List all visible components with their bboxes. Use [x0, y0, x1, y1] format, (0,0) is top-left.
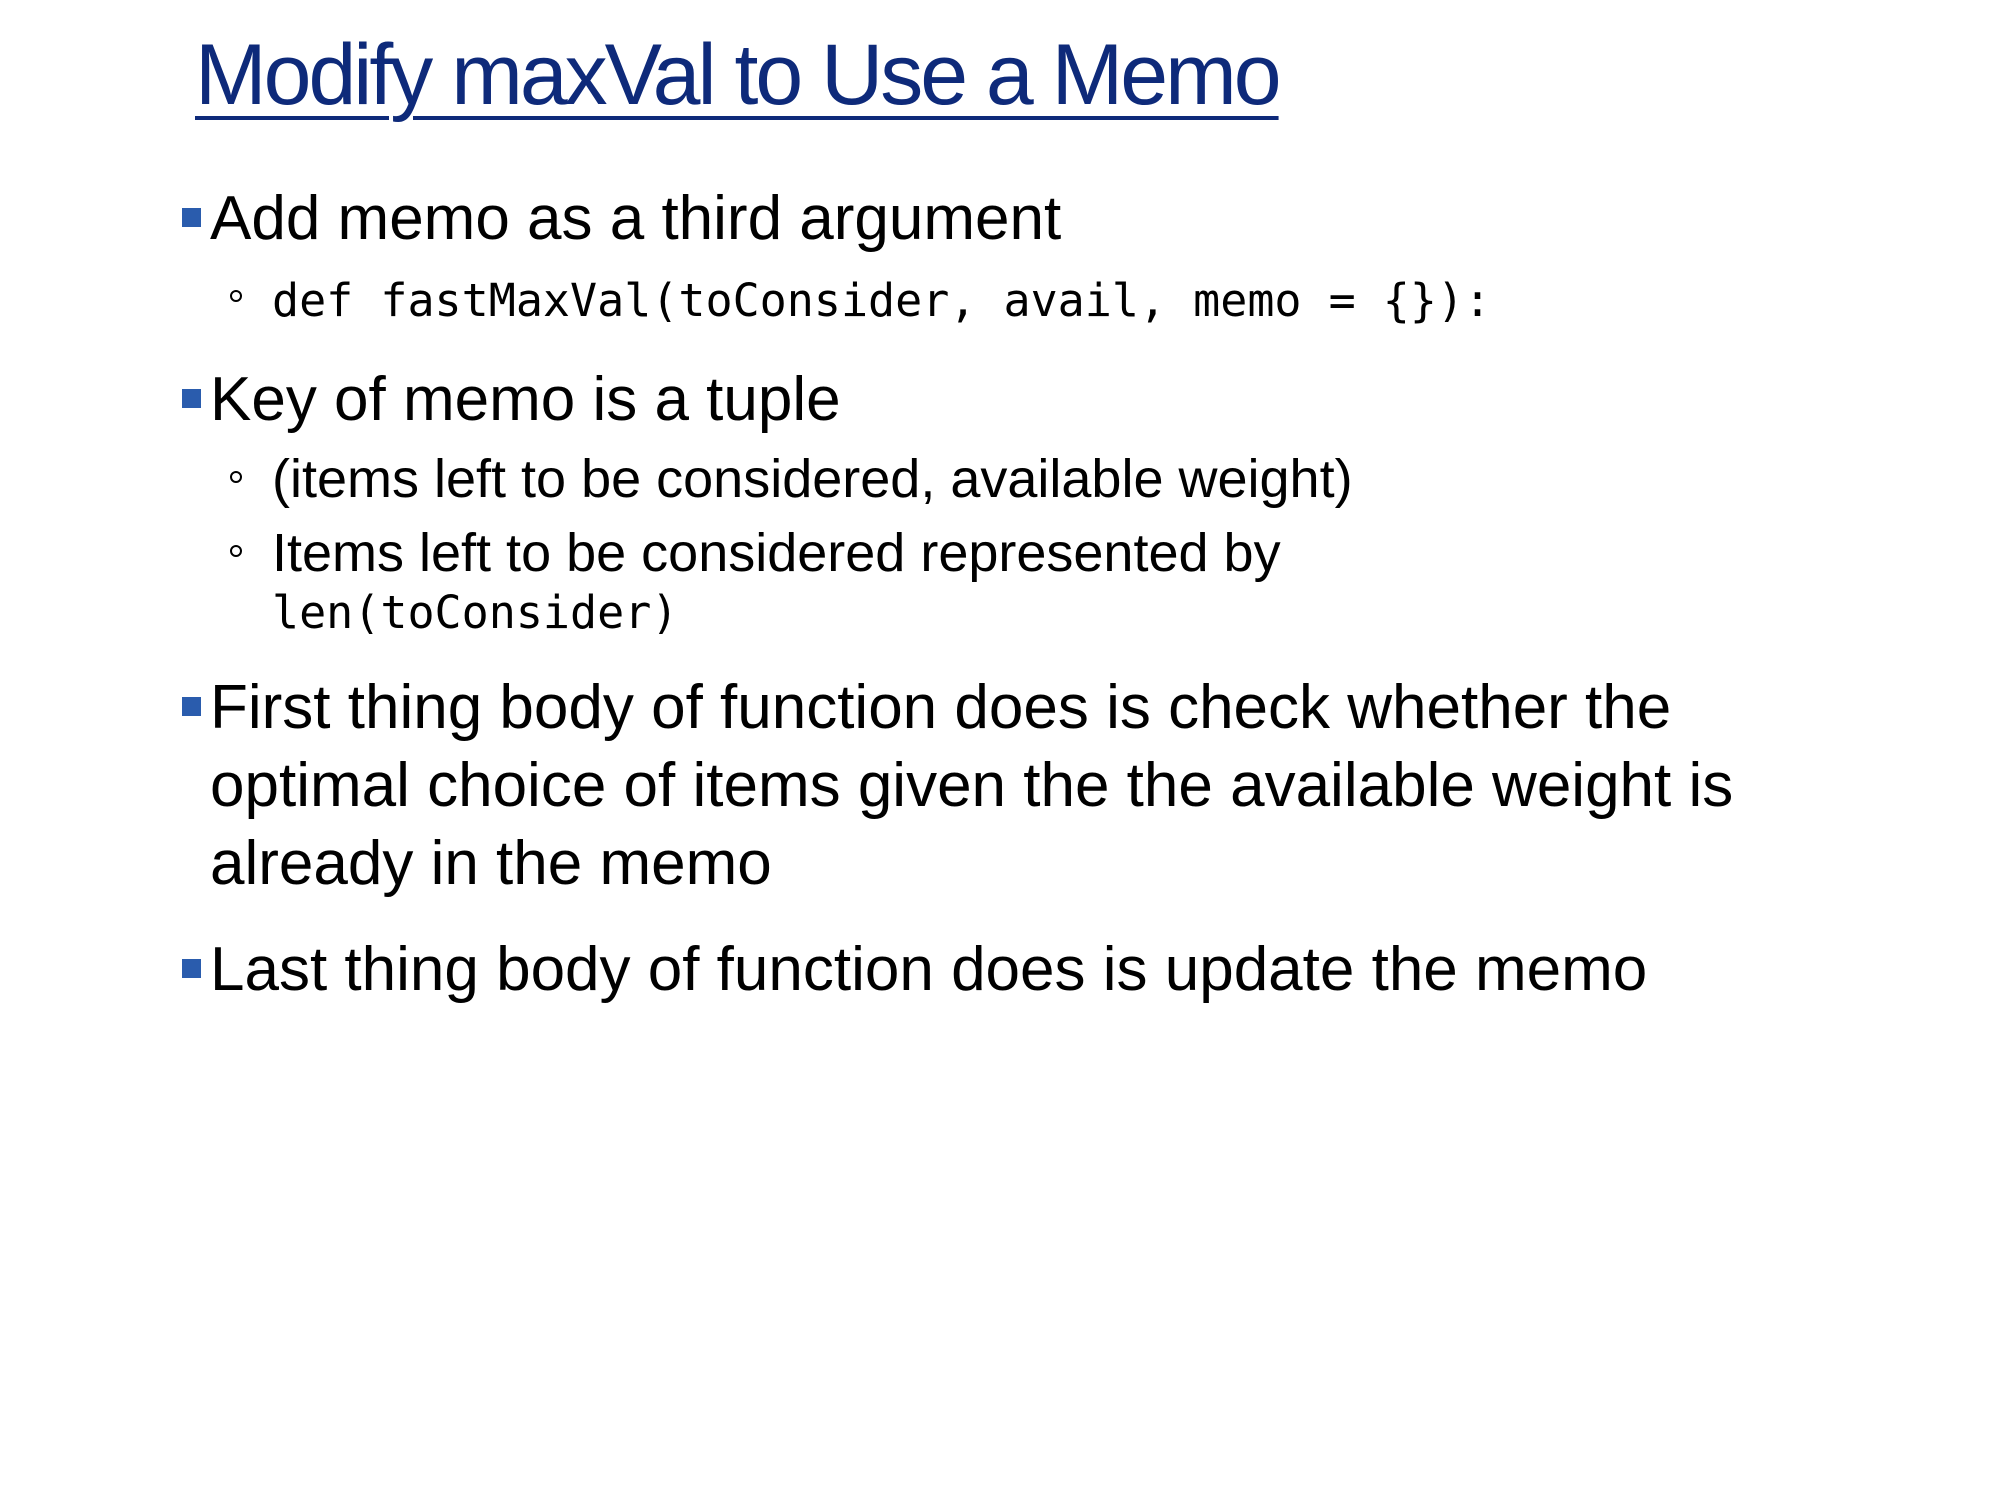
bullet-text: Key of memo is a tuple [210, 365, 841, 434]
sub-bullet-item: def fastMaxVal(toConsider, avail, memo =… [220, 266, 1838, 333]
square-bullet-icon [182, 697, 201, 716]
sub-bullet-item: Items left to be considered represented … [220, 521, 1838, 641]
bullet-text: Add memo as a third argument [210, 184, 1062, 253]
sub-bullet-item: (items left to be considered, available … [220, 447, 1838, 511]
bullet-item: Add memo as a third argument def fastMax… [178, 180, 1838, 333]
bullet-list: Add memo as a third argument def fastMax… [178, 180, 1838, 1037]
square-bullet-icon [182, 389, 201, 408]
slide-title: Modify maxVal to Use a Memo [195, 27, 1282, 123]
square-bullet-icon [182, 208, 201, 227]
circle-bullet-icon [230, 545, 242, 557]
sub-bullet-text: Items left to be considered represented … [272, 523, 1281, 583]
bullet-text: Last thing body of function does is upda… [210, 935, 1648, 1004]
sub-bullet-list: def fastMaxVal(toConsider, avail, memo =… [210, 266, 1838, 333]
bullet-item: Key of memo is a tuple (items left to be… [178, 361, 1838, 641]
circle-bullet-icon [230, 471, 242, 483]
code-snippet: def fastMaxVal(toConsider, avail, memo =… [272, 274, 1492, 327]
sub-bullet-list: (items left to be considered, available … [210, 447, 1838, 641]
bullet-item: First thing body of function does is che… [178, 669, 1838, 903]
slide: Modify maxVal to Use a Memo Add memo as … [0, 0, 2000, 1500]
square-bullet-icon [182, 959, 201, 978]
sub-bullet-text: (items left to be considered, available … [272, 449, 1353, 509]
bullet-text: First thing body of function does is che… [210, 673, 1734, 898]
bullet-item: Last thing body of function does is upda… [178, 931, 1838, 1009]
circle-bullet-icon [230, 290, 242, 302]
code-snippet: len(toConsider) [272, 586, 679, 639]
